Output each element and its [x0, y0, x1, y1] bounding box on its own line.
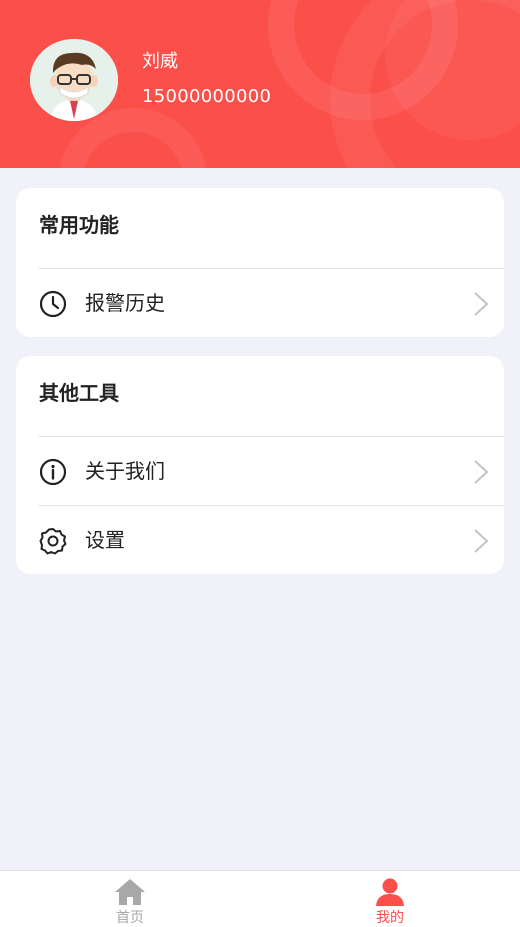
menu-item-label: 设置 — [85, 528, 125, 552]
home-icon — [113, 877, 147, 907]
menu-item-label: 关于我们 — [85, 459, 165, 483]
user-name: 刘威 — [142, 51, 178, 72]
chevron-right-icon — [472, 527, 490, 555]
profile-page: 刘威 15000000000 常用功能 报警历史 其他工具 关于我们 设置 首页… — [0, 0, 520, 927]
menu-item-alarm-history[interactable]: 报警历史 — [16, 269, 504, 337]
tab-mine[interactable]: 我的 — [260, 871, 520, 927]
clock-icon — [38, 289, 68, 319]
avatar-illustration — [30, 39, 118, 121]
person-icon — [373, 877, 407, 907]
section-title-common-functions: 常用功能 — [39, 213, 119, 237]
menu-item-label: 报警历史 — [85, 291, 165, 315]
section-title-other-tools: 其他工具 — [39, 381, 119, 405]
tab-label: 我的 — [376, 910, 404, 926]
info-icon — [38, 457, 68, 487]
chevron-right-icon — [472, 458, 490, 486]
tab-label: 首页 — [116, 910, 144, 926]
header-decoration-ring — [330, 0, 520, 168]
tab-home[interactable]: 首页 — [0, 871, 260, 927]
menu-item-about-us[interactable]: 关于我们 — [16, 437, 504, 505]
gear-icon — [38, 526, 68, 556]
chevron-right-icon — [472, 290, 490, 318]
other-tools-card: 其他工具 关于我们 设置 — [16, 356, 504, 574]
profile-header: 刘威 15000000000 — [0, 0, 520, 168]
menu-item-settings[interactable]: 设置 — [16, 506, 504, 574]
avatar[interactable] — [30, 39, 118, 121]
user-phone: 15000000000 — [142, 86, 272, 107]
common-functions-card: 常用功能 报警历史 — [16, 188, 504, 337]
bottom-tab-bar: 首页 我的 — [0, 870, 520, 927]
